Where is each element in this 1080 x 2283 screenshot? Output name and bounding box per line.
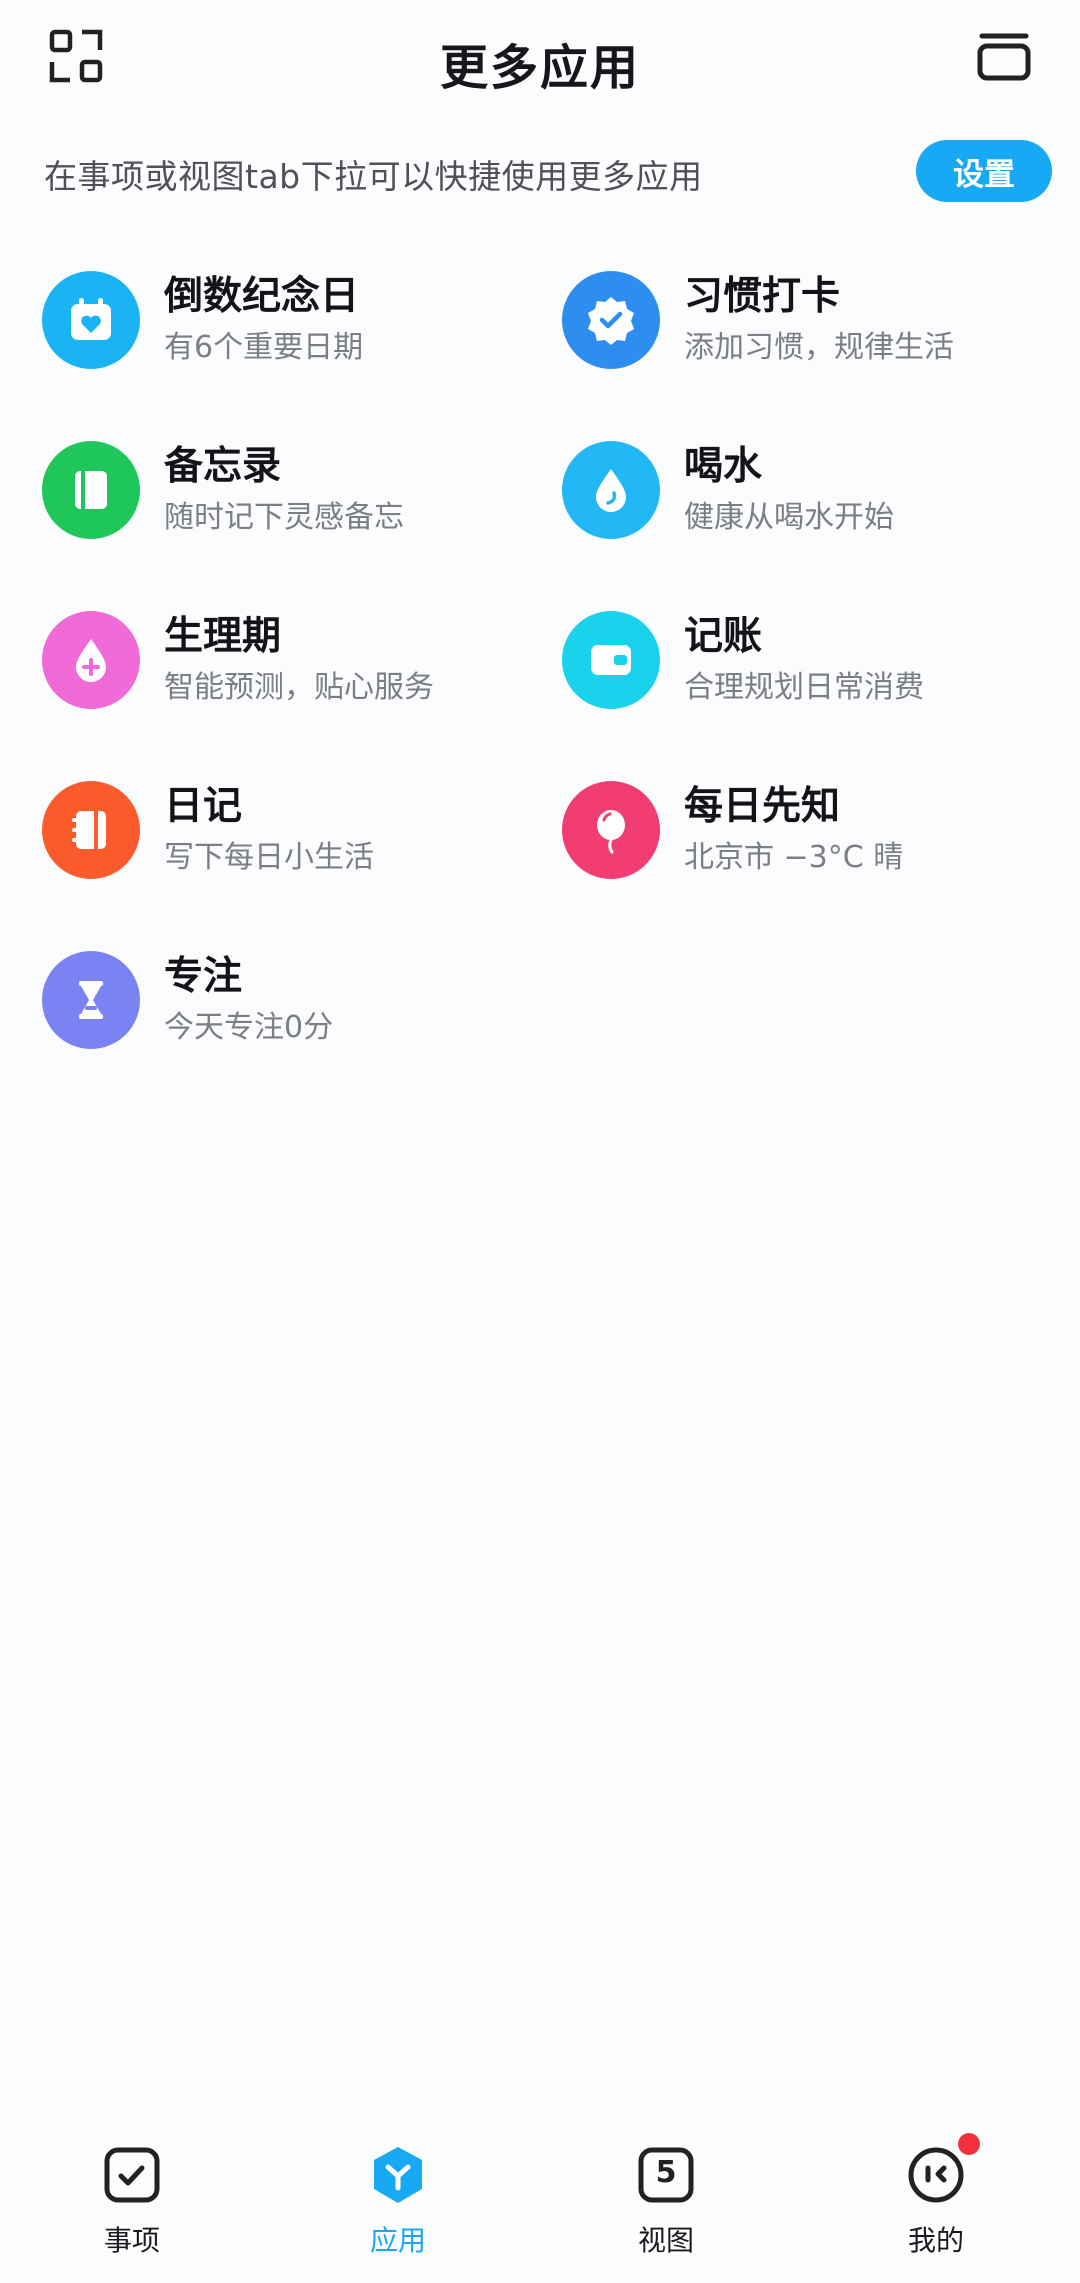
- app-name: 习惯打卡: [684, 274, 841, 319]
- app-habit-checkin[interactable]: 习惯打卡 添加习惯，规律生活: [540, 240, 1048, 400]
- app-focus[interactable]: 专注 今天专注0分: [20, 920, 528, 1080]
- app-drink-water[interactable]: 喝水 健康从喝水开始: [540, 410, 1048, 570]
- wallet-icon: [562, 611, 660, 709]
- drop-plus-icon: [42, 611, 140, 709]
- hourglass-icon: [42, 951, 140, 1049]
- nav-label: 事项: [103, 2224, 160, 2257]
- tab-views[interactable]: 5 视图: [586, 2143, 746, 2259]
- app-desc: 添加习惯，规律生活: [684, 330, 954, 365]
- tab-profile[interactable]: 我的: [856, 2133, 1016, 2259]
- profile-face-icon: [904, 2133, 980, 2207]
- app-memo[interactable]: 备忘录 随时记下灵感备忘: [20, 410, 528, 570]
- app-daily-forecast[interactable]: 每日先知 北京市 −3°C 晴: [540, 750, 1048, 910]
- app-desc: 写下每日小生活: [164, 840, 374, 875]
- app-countdown-anniversary[interactable]: 倒数纪念日 有6个重要日期: [20, 240, 528, 400]
- calendar-heart-icon: [42, 271, 140, 369]
- app-bookkeeping[interactable]: 记账 合理规划日常消费: [540, 580, 1048, 740]
- app-desc: 智能预测，贴心服务: [164, 670, 434, 705]
- header: 更多应用: [0, 0, 1080, 120]
- app-name: 备忘录: [164, 444, 282, 489]
- app-desc: 今天专注0分: [164, 1010, 334, 1045]
- app-desc: 随时记下灵感备忘: [164, 500, 404, 535]
- app-name: 专注: [164, 954, 243, 999]
- water-drop-icon: [562, 441, 660, 539]
- bottom-nav: 事项 应用 5 视图 我的: [0, 2133, 1080, 2283]
- tab-apps[interactable]: 应用: [318, 2143, 478, 2259]
- more-apps-page: 更多应用 在事项或视图tab下拉可以快捷使用更多应用 设置 倒数纪念日 有6个重…: [0, 0, 1080, 2283]
- pull-down-hint: 在事项或视图tab下拉可以快捷使用更多应用: [44, 157, 703, 196]
- window-icon[interactable]: [974, 26, 1034, 86]
- nav-label: 视图: [637, 2224, 694, 2257]
- tab-tasks[interactable]: 事项: [52, 2143, 212, 2259]
- balloon-icon: [562, 781, 660, 879]
- app-name: 日记: [164, 784, 243, 829]
- settings-button[interactable]: 设置: [916, 140, 1052, 202]
- app-name: 倒数纪念日: [164, 274, 360, 319]
- nav-label: 我的: [907, 2224, 964, 2257]
- calendar-day-number: 5: [655, 2155, 677, 2190]
- app-period-tracker[interactable]: 生理期 智能预测，贴心服务: [20, 580, 528, 740]
- app-grid: 倒数纪念日 有6个重要日期 习惯打卡 添加习惯，规律生活 备忘录 随时记下灵感备…: [20, 240, 1060, 1090]
- app-desc: 有6个重要日期: [164, 330, 364, 365]
- page-title: 更多应用: [439, 40, 640, 96]
- calendar-five-icon: 5: [634, 2143, 698, 2207]
- app-name: 生理期: [164, 614, 282, 659]
- app-name: 喝水: [684, 444, 763, 489]
- checkbox-icon: [100, 2143, 164, 2207]
- journal-icon: [42, 781, 140, 879]
- app-desc: 合理规划日常消费: [684, 670, 924, 705]
- badge-check-icon: [562, 271, 660, 369]
- app-diary[interactable]: 日记 写下每日小生活: [20, 750, 528, 910]
- app-desc: 北京市 −3°C 晴: [684, 840, 904, 875]
- notification-dot: [958, 2133, 980, 2155]
- app-name: 每日先知: [684, 784, 841, 829]
- notebook-icon: [42, 441, 140, 539]
- nav-label: 应用: [369, 2224, 426, 2257]
- apps-hexagon-icon: [366, 2143, 430, 2207]
- app-desc: 健康从喝水开始: [684, 500, 894, 535]
- app-name: 记账: [684, 614, 763, 659]
